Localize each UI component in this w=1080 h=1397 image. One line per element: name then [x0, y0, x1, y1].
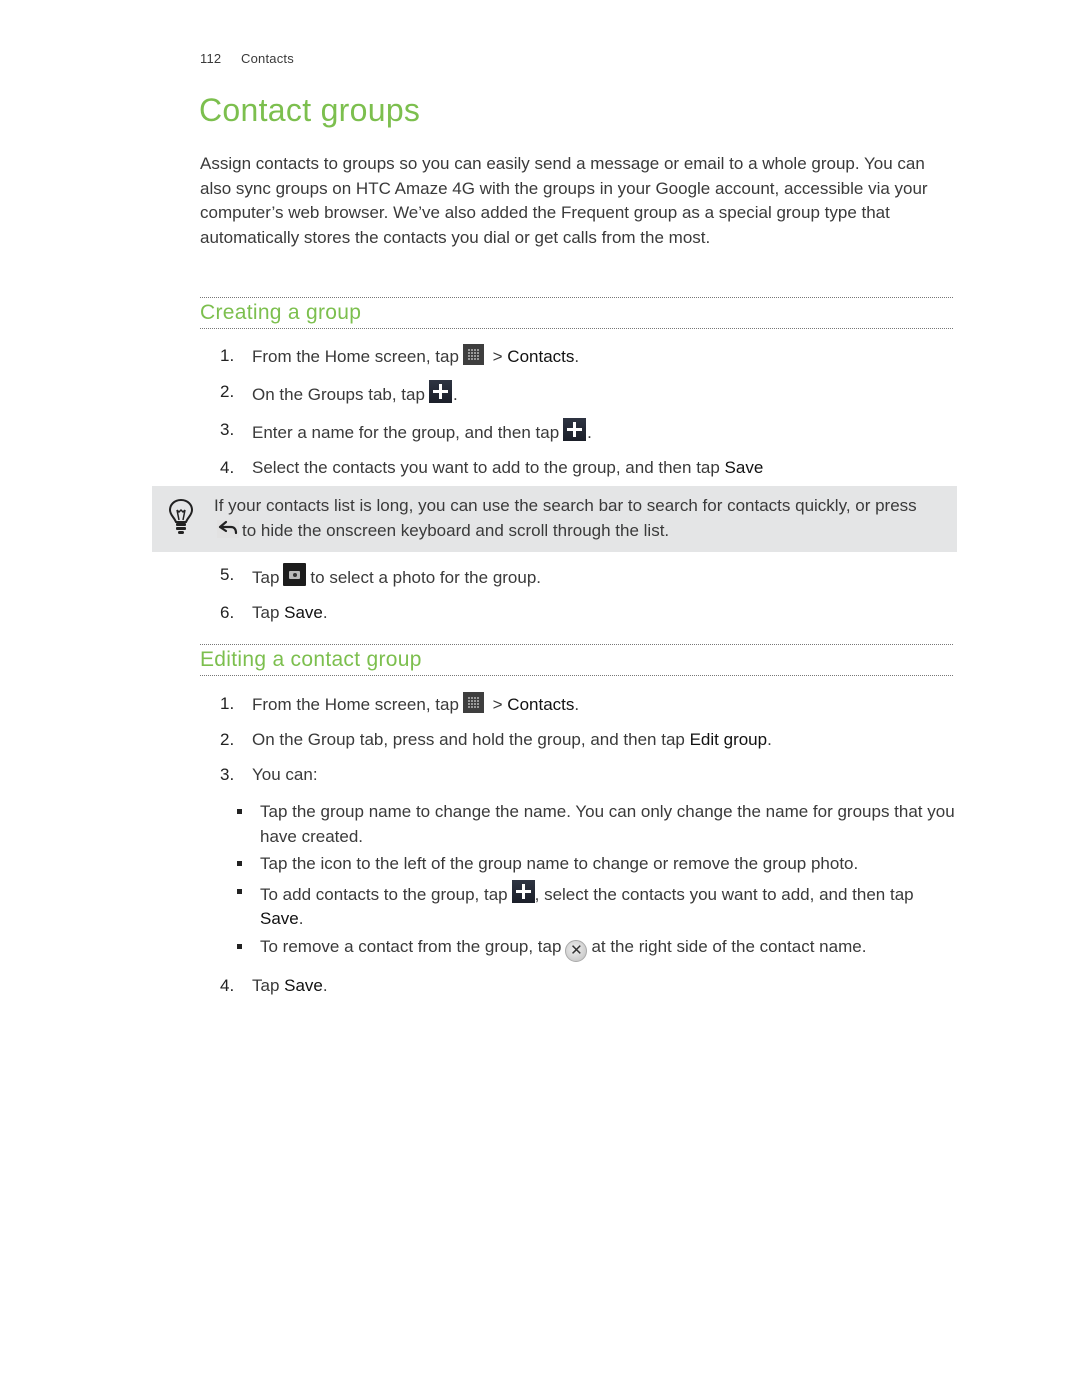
step-number: 2.: [220, 382, 235, 401]
bullet-item: To add contacts to the group, tap , selec…: [220, 879, 960, 932]
ui-term: Contacts: [507, 347, 575, 366]
page-title: Contact groups: [199, 92, 421, 128]
step-item: 6. Tap Save.: [220, 601, 960, 625]
step-item: 3. Enter a name for the group, and then …: [220, 418, 960, 445]
creating-steps-continued: 5. Tap to select a photo for the group. 6…: [220, 563, 960, 625]
tip-box: If your contacts list is long, you can u…: [152, 486, 957, 552]
section-heading: Creating a group: [200, 301, 362, 324]
step-text: Tap: [252, 568, 280, 587]
add-icon: [511, 879, 535, 903]
step-text: .: [322, 975, 328, 995]
step-text: Tap: [252, 975, 285, 995]
bullet-marker: [237, 809, 242, 814]
step-number: 3.: [220, 420, 235, 439]
options-list: Tap the group name to change the name. Y…: [220, 800, 960, 962]
step-text: From the Home screen, tap: [252, 347, 459, 366]
section-editing-group: Editing a contact group: [200, 644, 953, 676]
bullet-text: at the right side of the contact name.: [591, 936, 867, 956]
all-apps-icon: [462, 344, 484, 365]
bullet-text: To remove a contact from the group, tap: [260, 936, 562, 956]
step-text: On the Groups tab, tap: [252, 385, 425, 404]
step-text: .: [587, 423, 592, 442]
bullet-text: To add contacts to the group, tap: [260, 884, 508, 904]
tip-text-part: If your contacts list is long, you can u…: [214, 496, 917, 515]
step-text: Select the contacts you want to add to t…: [252, 458, 725, 477]
bullet-marker: [237, 861, 242, 866]
remove-icon: ✕: [565, 939, 588, 962]
step-item: 2. On the Group tab, press and hold the …: [220, 728, 960, 752]
tip-text: If your contacts list is long, you can u…: [214, 493, 944, 543]
step-text: Enter a name for the group, and then tap: [252, 423, 560, 442]
add-icon: [428, 380, 452, 403]
editing-steps: 1. From the Home screen, tap > Contacts.…: [220, 692, 960, 998]
step-number: 3.: [220, 765, 235, 784]
tip-text-part: to hide the onscreen keyboard and scroll…: [242, 521, 670, 540]
ui-term: Save: [260, 909, 299, 928]
step-text: to select a photo for the group.: [310, 568, 542, 587]
ui-term: Edit group: [689, 730, 768, 749]
back-arrow-icon: [217, 520, 239, 538]
step-text: .: [574, 347, 580, 366]
step-text: From the Home screen, tap: [252, 695, 459, 714]
step-item: 5. Tap to select a photo for the group.: [220, 563, 960, 590]
section-creating-group: Creating a group: [200, 297, 953, 329]
lightbulb-icon: [168, 498, 194, 534]
step-number: 1.: [220, 694, 235, 713]
page-number: 112: [200, 51, 222, 66]
step-number: 6.: [220, 603, 235, 622]
section-heading: Editing a contact group: [200, 648, 422, 671]
bullet-item: Tap the group name to change the name. Y…: [220, 800, 960, 849]
bullet-text: Tap the icon to the left of the group na…: [260, 854, 859, 873]
all-apps-icon: [462, 692, 484, 713]
step-text: Tap: [252, 603, 285, 622]
add-icon: [563, 418, 587, 441]
bullet-text: Tap the group name to change the name. Y…: [260, 802, 955, 846]
step-text: You can:: [252, 765, 318, 784]
camera-icon: [283, 563, 307, 586]
step-number: 2.: [220, 730, 235, 749]
step-item: 4. Select the contacts you want to add t…: [220, 456, 960, 480]
step-item: 1. From the Home screen, tap > Contacts.: [220, 692, 960, 717]
step-text: .: [452, 385, 458, 404]
step-number: 4.: [220, 975, 235, 995]
bullet-item: To remove a contact from the group, tap ✕…: [220, 935, 960, 962]
chapter-name: Contacts: [241, 51, 294, 66]
step-text: >: [487, 695, 508, 714]
step-text: On the Group tab, press and hold the gro…: [252, 730, 690, 749]
step-item: 1. From the Home screen, tap > Contacts.: [220, 344, 960, 369]
step-text: .: [767, 730, 772, 749]
step-item: 3. You can: Tap the group name to change…: [220, 763, 960, 962]
step-number: 1.: [220, 346, 235, 365]
ui-term: Save: [284, 603, 323, 622]
step-text: >: [487, 347, 508, 366]
step-number: 4.: [220, 458, 235, 477]
step-number: 5.: [220, 565, 235, 584]
step-item: 2. On the Groups tab, tap.: [220, 380, 960, 407]
step-text: .: [574, 695, 580, 714]
step-text: .: [322, 603, 328, 622]
ui-term: Save: [724, 458, 764, 477]
creating-steps: 1. From the Home screen, tap > Contacts.…: [220, 344, 960, 480]
ui-term: Save: [284, 975, 323, 995]
intro-paragraph: Assign contacts to groups so you can eas…: [200, 154, 928, 247]
bullet-marker: [237, 888, 242, 894]
bullet-marker: [237, 943, 242, 949]
running-header: 112 Contacts: [200, 51, 294, 66]
bullet-text: , select the contacts you want to add, a…: [534, 884, 914, 904]
ui-term: Contacts: [507, 695, 575, 714]
step-item: 4. Tap Save.: [220, 974, 960, 998]
bullet-text: .: [298, 909, 304, 928]
bullet-item: Tap the icon to the left of the group na…: [220, 852, 960, 877]
